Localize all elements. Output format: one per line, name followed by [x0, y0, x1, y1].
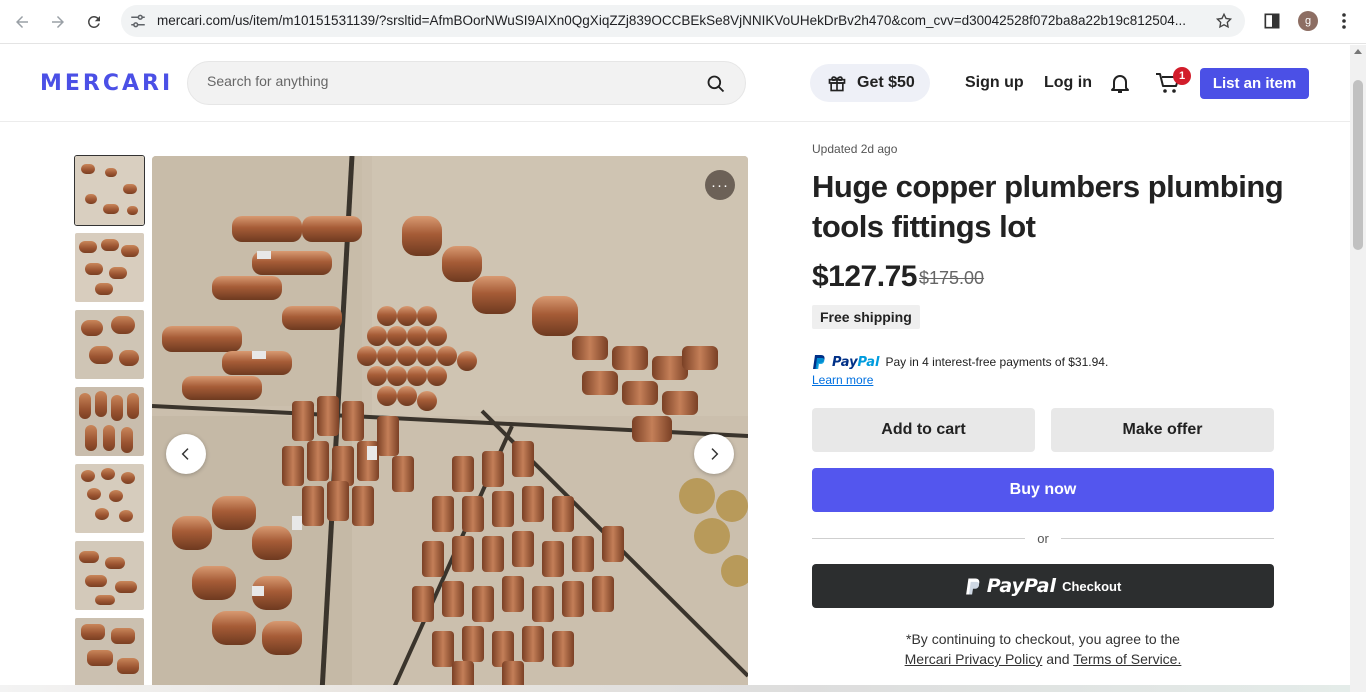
gift-icon: [828, 76, 846, 92]
thumbnail-2[interactable]: [75, 233, 144, 302]
list-an-item-button[interactable]: List an item: [1200, 68, 1309, 99]
main-product-photo: [152, 156, 748, 692]
get-50-button[interactable]: Get $50: [810, 64, 930, 102]
paypal-installments-text: Pay in 4 interest-free payments of $31.9…: [885, 355, 1109, 369]
bookmark-star-icon[interactable]: [1215, 12, 1233, 30]
bell-icon[interactable]: [1108, 71, 1132, 95]
mercari-logo[interactable]: MERCARI: [40, 71, 173, 96]
divider-line-right: [1061, 538, 1274, 539]
url-text[interactable]: mercari.com/us/item/m10151531139/?srslti…: [157, 13, 1207, 28]
sign-up-link[interactable]: Sign up: [965, 74, 1024, 92]
paypal-mark-icon: [813, 355, 825, 369]
search-icon[interactable]: [706, 74, 726, 94]
add-to-cart-button[interactable]: Add to cart: [812, 408, 1035, 452]
checkout-label: Checkout: [1062, 578, 1122, 594]
paypal-word: PayPal: [986, 575, 1057, 597]
thumbnail-3[interactable]: [75, 310, 144, 379]
original-price: $175.00: [919, 268, 985, 288]
thumbnail-5[interactable]: [75, 464, 144, 533]
thumbnail-1[interactable]: [74, 155, 145, 226]
copper-fittings-photo: [152, 156, 748, 692]
photo-next-button[interactable]: [694, 434, 734, 474]
site-settings-icon[interactable]: [129, 12, 147, 30]
item-title: Huge copper plumbers plumbing tools fitt…: [812, 169, 1284, 244]
arrow-right-icon: [52, 16, 64, 28]
terms-of-service-link[interactable]: Terms of Service.: [1073, 651, 1181, 667]
site-header: MERCARI Get $50 Sign up Log in 1 List an…: [0, 45, 1350, 122]
search-input[interactable]: [207, 73, 687, 89]
thumbnail-6[interactable]: [75, 541, 144, 610]
chevron-left-icon: [181, 448, 189, 460]
reload-icon: [87, 15, 100, 28]
reload-button[interactable]: [81, 9, 107, 35]
get-50-label: Get $50: [857, 74, 915, 91]
scrollbar-thumb[interactable]: [1353, 80, 1363, 250]
free-shipping-badge: Free shipping: [812, 305, 920, 329]
page-bottom-strip: [0, 685, 1350, 692]
back-button[interactable]: [9, 9, 35, 35]
item-price: $127.75: [812, 260, 917, 293]
disclaimer-text: *By continuing to checkout, you agree to…: [906, 631, 1180, 647]
checkout-disclaimer: *By continuing to checkout, you agree to…: [812, 629, 1274, 669]
cart-count-badge: 1: [1173, 67, 1191, 85]
or-divider: or: [812, 530, 1274, 548]
page-scrollbar[interactable]: [1350, 45, 1366, 692]
browser-toolbar: mercari.com/us/item/m10151531139/?srslti…: [0, 0, 1366, 44]
thumbnail-7[interactable]: [75, 618, 144, 687]
photo-more-options-button[interactable]: ···: [705, 170, 735, 200]
search-bar[interactable]: [187, 61, 746, 105]
updated-time: Updated 2d ago: [812, 142, 898, 156]
address-bar[interactable]: mercari.com/us/item/m10151531139/?srslti…: [121, 5, 1245, 37]
paypal-logo: PayPal: [832, 354, 880, 370]
chevron-right-icon: [711, 448, 719, 460]
privacy-policy-link[interactable]: Mercari Privacy Policy: [905, 651, 1043, 667]
paypal-pay-in-4: PayPal Pay in 4 interest-free payments o…: [812, 353, 1108, 371]
arrow-left-icon: [16, 16, 28, 28]
learn-more-link[interactable]: Learn more: [812, 373, 873, 387]
more-vert-icon[interactable]: [1336, 11, 1352, 31]
buy-now-button[interactable]: Buy now: [812, 468, 1274, 512]
photo-prev-button[interactable]: [166, 434, 206, 474]
scroll-up-arrow-icon[interactable]: [1354, 49, 1362, 54]
paypal-mark-icon: [965, 578, 980, 594]
paypal-checkout-button[interactable]: PayPal Checkout: [812, 564, 1274, 608]
disclaimer-and: and: [1046, 651, 1070, 667]
thumbnail-4[interactable]: [75, 387, 144, 456]
forward-button[interactable]: [45, 9, 71, 35]
make-offer-button[interactable]: Make offer: [1051, 408, 1274, 452]
side-panel-icon[interactable]: [1262, 11, 1282, 31]
profile-avatar[interactable]: g: [1298, 11, 1318, 31]
log-in-link[interactable]: Log in: [1044, 74, 1092, 92]
